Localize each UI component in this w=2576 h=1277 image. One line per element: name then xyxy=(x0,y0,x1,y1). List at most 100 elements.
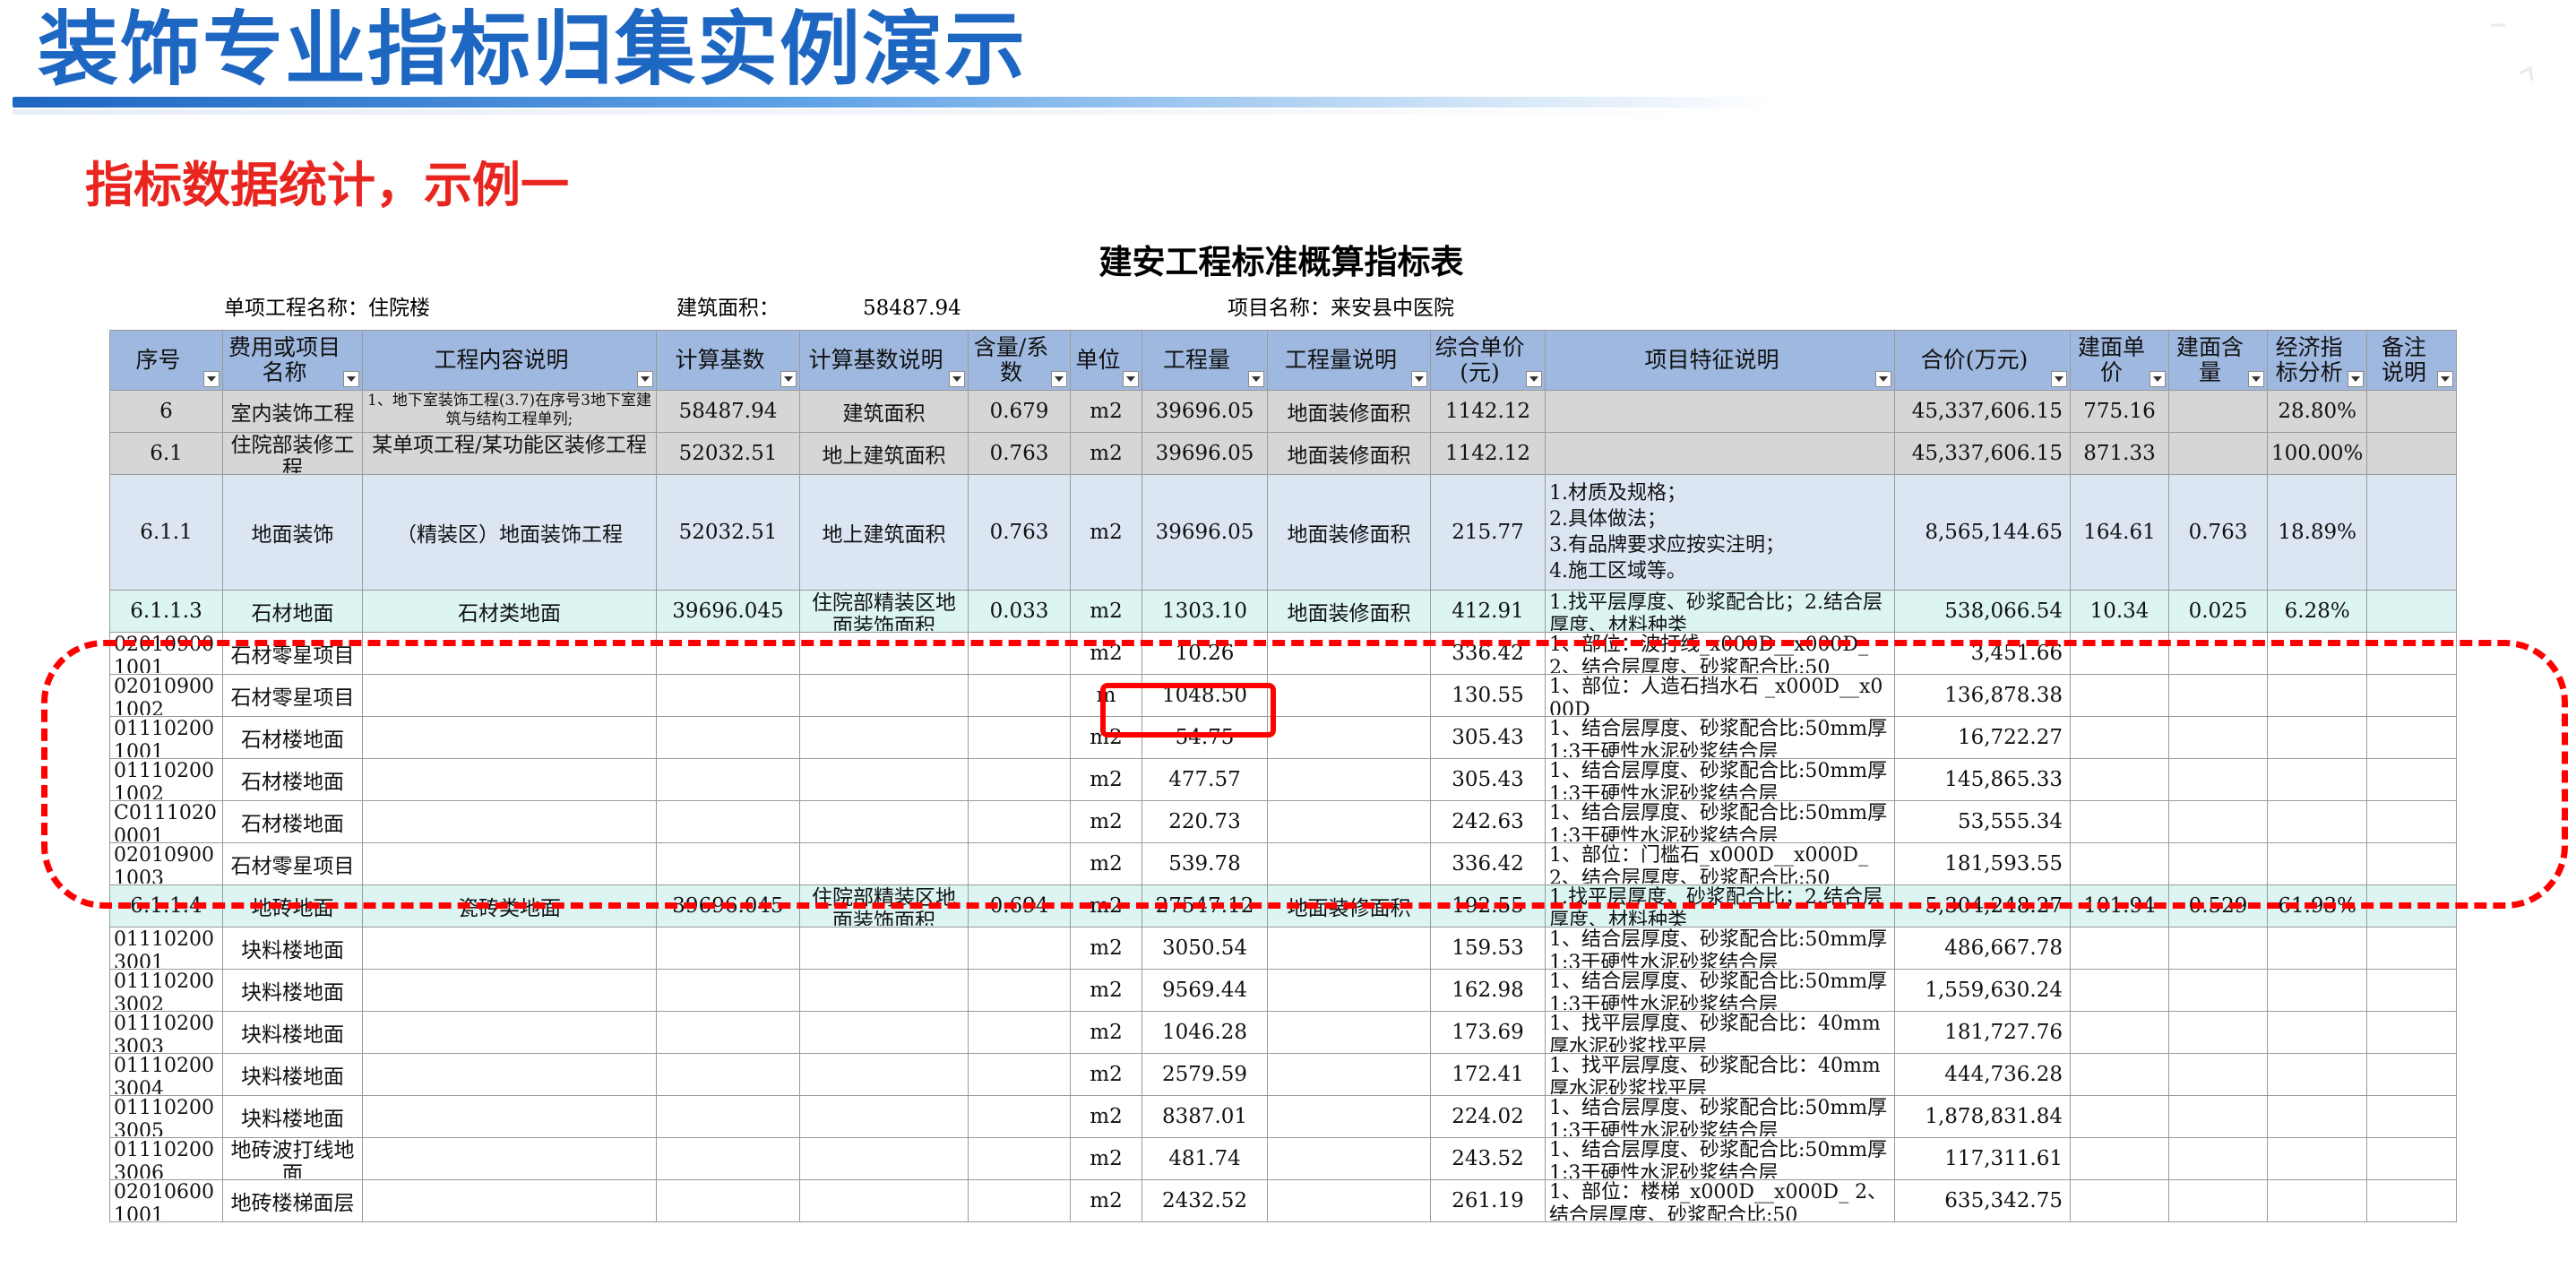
cell-unit[interactable]: m2 xyxy=(1070,927,1142,970)
cell-feature[interactable]: 1、结合层厚度、砂浆配合比:50mm厚1:3干硬性水泥砂浆结合层 xyxy=(1545,969,1895,1012)
cell-base-desc[interactable] xyxy=(799,716,969,759)
cell-seq[interactable]: 020109001001 xyxy=(109,632,223,675)
cell-base[interactable]: 39696.045 xyxy=(656,884,800,928)
cell-total[interactable]: 45,337,606.15 xyxy=(1894,432,2071,475)
cell-qty[interactable]: 539.78 xyxy=(1142,842,1268,885)
cell-feature[interactable]: 1、结合层厚度、砂浆配合比:50mm厚1:3干硬性水泥砂浆结合层 xyxy=(1545,927,1895,970)
cell-content[interactable]: 石材类地面 xyxy=(362,590,657,633)
table-row[interactable]: 011102001001 石材楼地面 m2 54.75 305.43 1、结合层厚度、砂浆… xyxy=(109,716,2458,759)
cell-name[interactable]: 石材零星项目 xyxy=(222,632,363,675)
cell-unit[interactable]: m xyxy=(1070,674,1142,717)
cell-name[interactable]: 地砖楼梯面层 xyxy=(222,1179,363,1222)
cell-area-content[interactable] xyxy=(2168,390,2268,433)
cell-qty-desc[interactable] xyxy=(1267,1011,1431,1054)
cell-area-content[interactable] xyxy=(2168,800,2268,843)
cell-feature[interactable]: 1、部位：人造石挡水石 _x000D__x000D_ xyxy=(1545,674,1895,717)
cell-base[interactable] xyxy=(656,969,800,1012)
cell-ratio[interactable] xyxy=(2266,758,2368,801)
cell-coef[interactable] xyxy=(968,758,1071,801)
cell-base-desc[interactable] xyxy=(799,800,969,843)
cell-price[interactable]: 173.69 xyxy=(1430,1011,1546,1054)
cell-area-content[interactable] xyxy=(2168,1011,2268,1054)
cell-ratio[interactable] xyxy=(2266,674,2368,717)
cell-coef[interactable] xyxy=(968,1179,1071,1222)
cell-price[interactable]: 412.91 xyxy=(1430,590,1546,633)
cell-total[interactable]: 1,878,831.84 xyxy=(1894,1095,2071,1138)
column-header[interactable]: 工程量说明 xyxy=(1267,330,1431,391)
cell-ratio[interactable] xyxy=(2266,927,2368,970)
summary-row[interactable]: 6 室内装饰工程 1、地下室装饰工程(3.7)在序号3地下室建筑与结构工程单列; 58… xyxy=(109,390,2458,433)
summary-row[interactable]: 6.1 住院部装修工程 某单项工程/某功能区装修工程 52032.51 地上建筑面积 0.… xyxy=(109,432,2458,475)
cell-base-desc[interactable]: 住院部精装区地面装饰面积 xyxy=(799,884,969,928)
cell-qty[interactable]: 8387.01 xyxy=(1142,1095,1268,1138)
cell-note[interactable] xyxy=(2366,674,2458,717)
cell-content[interactable] xyxy=(362,927,657,970)
cell-ratio[interactable] xyxy=(2266,1053,2368,1096)
filter-dropdown-icon[interactable] xyxy=(2437,371,2454,387)
table-row[interactable]: 020109001002 石材零星项目 m 1048.50 130.55 1、部位：人造石… xyxy=(109,674,2458,717)
cell-feature[interactable]: 1、部位：门槛石_x000D__x000D_ 2、结合层厚度、砂浆配合比:50 xyxy=(1545,842,1895,885)
cell-seq[interactable]: 6.1.1 xyxy=(109,474,223,591)
filter-dropdown-icon[interactable] xyxy=(1248,371,1264,387)
summary-row[interactable]: 6.1.1 地面装饰 （精装区）地面装饰工程 52032.51 地上建筑面积 0.763 m… xyxy=(109,474,2458,591)
cell-note[interactable] xyxy=(2366,474,2458,591)
cell-content[interactable] xyxy=(362,1095,657,1138)
column-header[interactable]: 含量/系数 xyxy=(968,330,1071,391)
cell-price[interactable]: 1142.12 xyxy=(1430,390,1546,433)
cell-name[interactable]: 石材楼地面 xyxy=(222,758,363,801)
table-row[interactable]: 020109001001 石材零星项目 m2 10.26 336.42 1、部位：波打线_… xyxy=(109,632,2458,675)
cell-price[interactable]: 305.43 xyxy=(1430,758,1546,801)
cell-name[interactable]: 地面装饰 xyxy=(222,474,363,591)
cell-unit[interactable]: m2 xyxy=(1070,1137,1142,1180)
cell-unit[interactable]: m2 xyxy=(1070,590,1142,633)
cell-base[interactable]: 52032.51 xyxy=(656,474,800,591)
cell-base[interactable] xyxy=(656,674,800,717)
column-header[interactable]: 计算基数说明 xyxy=(799,330,969,391)
cell-total[interactable]: 181,593.55 xyxy=(1894,842,2071,885)
cell-area-content[interactable] xyxy=(2168,716,2268,759)
column-header[interactable]: 单位 xyxy=(1070,330,1142,391)
cell-feature[interactable]: 1.找平层厚度、砂浆配合比；2.结合层厚度、材料种类 xyxy=(1545,884,1895,928)
table-row[interactable]: C01110200001 石材楼地面 m2 220.73 242.63 1、结合层厚度、砂… xyxy=(109,800,2458,843)
cell-coef[interactable] xyxy=(968,842,1071,885)
cell-content[interactable] xyxy=(362,1137,657,1180)
cell-area-price[interactable] xyxy=(2070,632,2169,675)
cell-note[interactable] xyxy=(2366,390,2458,433)
cell-content[interactable]: （精装区）地面装饰工程 xyxy=(362,474,657,591)
cell-area-price[interactable]: 775.16 xyxy=(2070,390,2169,433)
cell-feature[interactable]: 1、找平层厚度、砂浆配合比：40mm厚水泥砂浆找平层 xyxy=(1545,1011,1895,1054)
cell-content[interactable] xyxy=(362,716,657,759)
cell-qty-desc[interactable] xyxy=(1267,1053,1431,1096)
cell-unit[interactable]: m2 xyxy=(1070,1053,1142,1096)
cell-unit[interactable]: m2 xyxy=(1070,969,1142,1012)
cell-qty[interactable]: 1303.10 xyxy=(1142,590,1268,633)
cell-area-content[interactable] xyxy=(2168,674,2268,717)
cell-note[interactable] xyxy=(2366,716,2458,759)
cell-feature[interactable]: 1、结合层厚度、砂浆配合比:50mm厚1:3干硬性水泥砂浆结合层 xyxy=(1545,758,1895,801)
cell-base-desc[interactable] xyxy=(799,1137,969,1180)
cell-qty-desc[interactable] xyxy=(1267,1095,1431,1138)
cell-feature[interactable] xyxy=(1545,432,1895,475)
cell-area-price[interactable] xyxy=(2070,1095,2169,1138)
filter-dropdown-icon[interactable] xyxy=(1526,371,1542,387)
cell-content[interactable] xyxy=(362,1053,657,1096)
cell-base-desc[interactable]: 住院部精装区地面装饰面积 xyxy=(799,590,969,633)
cell-area-content[interactable]: 0.529 xyxy=(2168,884,2268,928)
cell-area-content[interactable] xyxy=(2168,969,2268,1012)
cell-unit[interactable]: m2 xyxy=(1070,1179,1142,1222)
cell-area-price[interactable]: 10.34 xyxy=(2070,590,2169,633)
cell-feature[interactable]: 1、结合层厚度、砂浆配合比:50mm厚1:3干硬性水泥砂浆结合层 xyxy=(1545,716,1895,759)
cell-qty-desc[interactable] xyxy=(1267,716,1431,759)
cell-qty[interactable]: 39696.05 xyxy=(1142,390,1268,433)
cell-note[interactable] xyxy=(2366,842,2458,885)
cell-total[interactable]: 117,311.61 xyxy=(1894,1137,2071,1180)
cell-area-content[interactable] xyxy=(2168,1179,2268,1222)
cell-base[interactable] xyxy=(656,1095,800,1138)
table-row[interactable]: 011102003001 块料楼地面 m2 3050.54 159.53 1、结合层厚度、… xyxy=(109,927,2458,970)
cell-qty-desc[interactable] xyxy=(1267,1137,1431,1180)
cell-qty-desc[interactable] xyxy=(1267,632,1431,675)
cell-ratio[interactable] xyxy=(2266,632,2368,675)
cell-seq[interactable]: 020109001003 xyxy=(109,842,223,885)
cell-content[interactable] xyxy=(362,969,657,1012)
filter-dropdown-icon[interactable] xyxy=(1051,371,1067,387)
